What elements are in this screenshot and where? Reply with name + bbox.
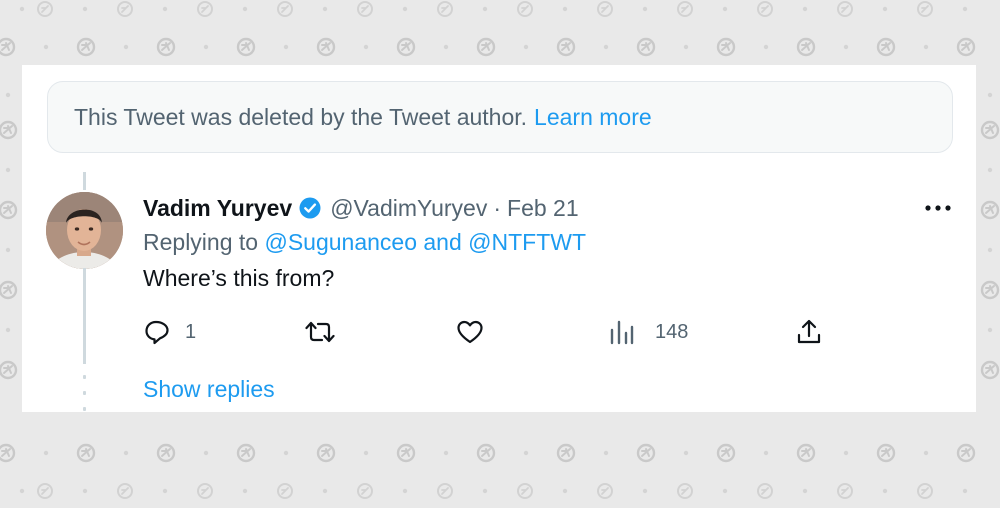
view-count: 148 [655,320,689,343]
tweet-text: Where’s this from? [143,265,335,291]
deleted-notice-text: This Tweet was deleted by the Tweet auth… [74,103,528,130]
pattern-side-left [0,92,18,380]
pattern-side-right [980,92,1000,380]
avatar[interactable] [46,192,123,269]
replying-to-line: Replying to @Sugunanceo and @NTFTWT [143,229,586,256]
author-handle[interactable]: @VadimYuryev [330,195,487,222]
replying-prefix: Replying to [143,229,259,255]
verified-badge-icon [298,196,322,220]
share-button[interactable] [795,317,823,347]
share-icon [795,318,823,346]
replying-to-user-2[interactable]: @NTFTWT [468,229,586,255]
pattern-row-1 [19,1,968,17]
retweet-icon [305,318,335,346]
deleted-tweet-notice: This Tweet was deleted by the Tweet auth… [47,81,953,153]
reply-count: 1 [185,320,197,343]
pattern-row-2 [0,37,976,57]
views-button[interactable]: 148 [609,317,688,347]
replying-to-user-1[interactable]: @Sugunanceo [264,229,417,255]
tweet-date[interactable]: Feb 21 [507,195,579,222]
reply-icon [143,318,171,346]
thread-more-dots [82,375,87,411]
avatar-photo [46,192,123,269]
thread-connector-line [83,268,86,364]
replying-joiner[interactable]: and [423,229,461,255]
author-name[interactable]: Vadim Yuryev [143,195,292,222]
more-icon[interactable] [918,193,958,223]
header-separator: · [493,194,502,221]
tweet-header: Vadim Yuryev @VadimYuryev · Feb 21 [143,193,579,223]
thread-connector-line-top [83,172,86,190]
like-button[interactable] [456,317,484,347]
pattern-row-4 [19,483,968,499]
pattern-row-3 [0,443,976,463]
retweet-button[interactable] [305,317,335,347]
tweet-thread-card: This Tweet was deleted by the Tweet auth… [22,65,976,412]
reply-button[interactable]: 1 [143,317,196,347]
views-icon [609,318,635,346]
learn-more-link[interactable]: Learn more [534,104,652,131]
like-icon [456,318,484,346]
show-replies-link[interactable]: Show replies [143,376,275,403]
